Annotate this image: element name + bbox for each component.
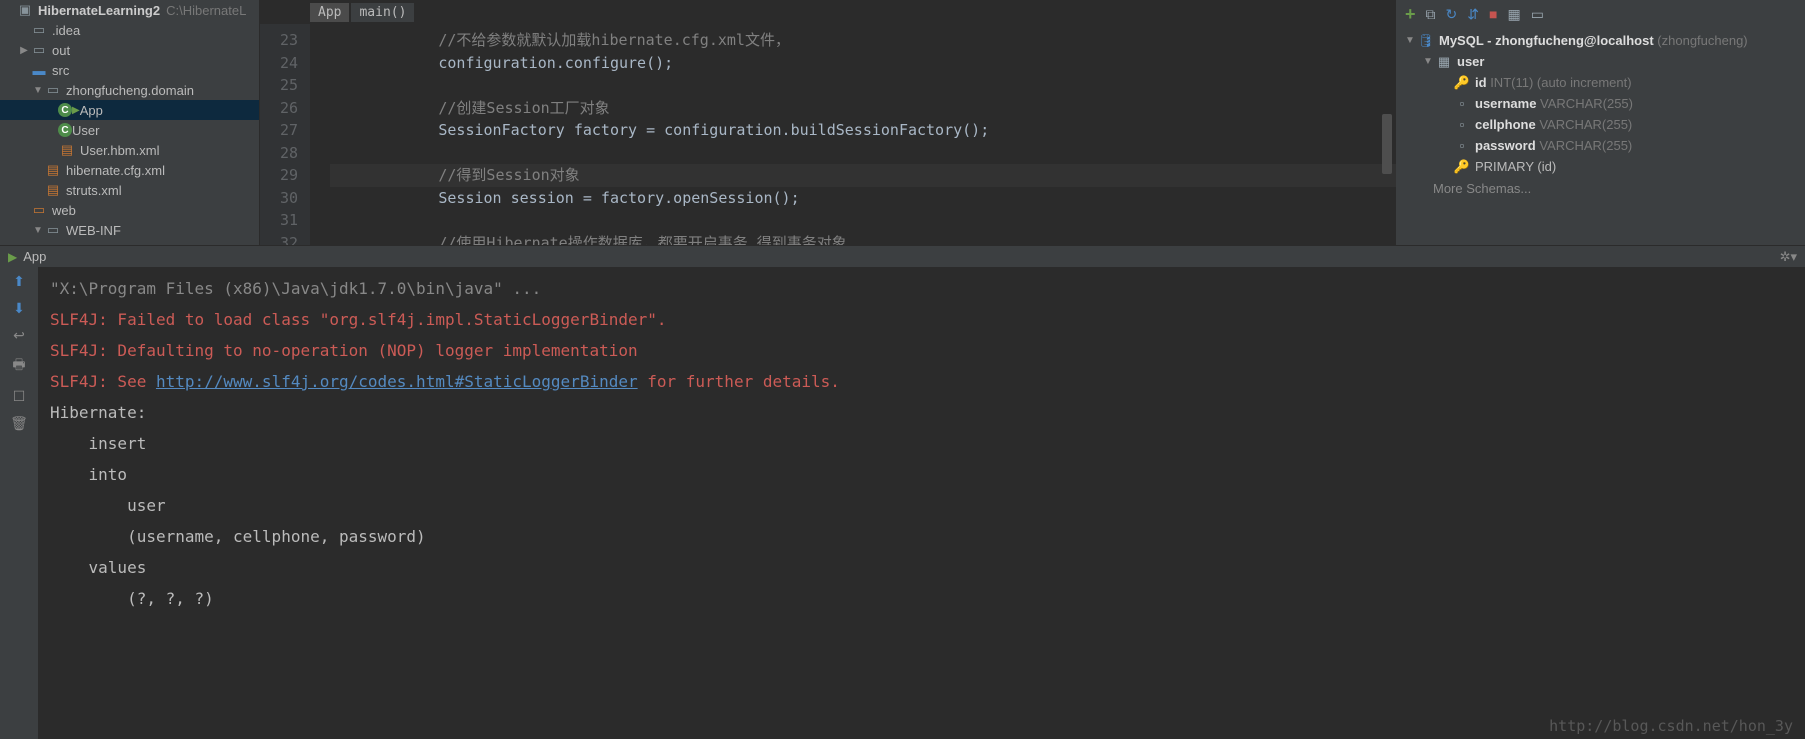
print-icon[interactable]: 🖶 (12, 354, 25, 378)
refresh-icon[interactable]: ↻ (1446, 6, 1458, 23)
tree-item-src[interactable]: ▬ src (0, 60, 259, 80)
stop-icon[interactable]: ■ (1489, 6, 1497, 22)
more-schemas[interactable]: More Schemas... (1403, 177, 1799, 200)
add-datasource-icon[interactable]: + (1405, 4, 1416, 25)
chevron-down-icon: ▼ (1423, 56, 1435, 67)
database-toolbar: + ⧉ ↻ ⇵ ■ ▦ ▭ (1397, 0, 1805, 28)
folder-icon: ▭ (30, 22, 48, 38)
database-panel: + ⧉ ↻ ⇵ ■ ▦ ▭ ▼ 🛢 MySQL - zhongfucheng@l… (1397, 0, 1805, 245)
run-indicator-icon: ▶ (8, 250, 17, 264)
key-icon: 🔑 (1453, 159, 1471, 175)
tree-arrow-icon: ▼ (32, 85, 44, 96)
package-icon: ▭ (44, 82, 62, 98)
source-folder-icon: ▬ (30, 63, 48, 78)
folder-icon: ▭ (30, 42, 48, 58)
code-content[interactable]: //不给参数就默认加载hibernate.cfg.xml文件， configur… (310, 24, 1396, 245)
tree-arrow-icon: ▼ (32, 225, 44, 236)
tree-item-out[interactable]: ▶▭ out (0, 40, 259, 60)
column-cellphone[interactable]: ▫cellphone VARCHAR(255) (1403, 114, 1799, 135)
project-root[interactable]: ▣ HibernateLearning2 C:\HibernateL (0, 0, 259, 20)
column-id[interactable]: 🔑id INT(11) (auto increment) (1403, 72, 1799, 93)
editor: App main() 23 24 25 26 27 28 29 30 31 32… (260, 0, 1397, 245)
sync-icon[interactable]: ⇵ (1467, 6, 1479, 23)
tree-item-user-hbm-xml[interactable]: ▤ User.hbm.xml (0, 140, 259, 160)
watermark: http://blog.csdn.net/hon_3y (1549, 717, 1793, 735)
breadcrumb: App main() (260, 0, 1396, 24)
table-node[interactable]: ▼ ▦ user (1403, 51, 1799, 72)
run-tab-bar: ▶ App ✲▾ (0, 245, 1805, 267)
class-icon: C (58, 103, 72, 117)
runnable-icon: ▶ (72, 105, 80, 116)
line-gutter: 23 24 25 26 27 28 29 30 31 32 (260, 24, 310, 245)
datasource-node[interactable]: ▼ 🛢 MySQL - zhongfucheng@localhost (zhon… (1403, 30, 1799, 51)
web-folder-icon: ▭ (30, 202, 48, 218)
xml-icon: ▤ (58, 142, 76, 158)
trash-icon[interactable]: 🗑 (10, 415, 28, 432)
xml-icon: ▤ (44, 162, 62, 178)
tree-item-web[interactable]: ▭ web (0, 200, 259, 220)
slf4j-link[interactable]: http://www.slf4j.org/codes.html#StaticLo… (156, 372, 638, 391)
breadcrumb-method[interactable]: main() (351, 3, 414, 22)
tree-arrow-icon: ▶ (18, 45, 30, 56)
column-icon: ▫ (1453, 117, 1471, 132)
column-password[interactable]: ▫password VARCHAR(255) (1403, 135, 1799, 156)
query-console-icon[interactable]: ▭ (1531, 6, 1544, 23)
console-output[interactable]: "X:\Program Files (x86)\Java\jdk1.7.0\bi… (38, 267, 1805, 739)
scroll-up-icon[interactable]: ⬆ (13, 273, 25, 290)
column-icon: ▫ (1453, 96, 1471, 111)
tree-item-struts-xml[interactable]: ▤ struts.xml (0, 180, 259, 200)
editor-scrollbar[interactable] (1382, 114, 1392, 174)
tree-item-user[interactable]: C User (0, 120, 259, 140)
table-view-icon[interactable]: ▦ (1507, 6, 1520, 23)
tree-item-zhongfucheng-domain[interactable]: ▼▭ zhongfucheng.domain (0, 80, 259, 100)
key-column-icon: 🔑 (1453, 75, 1471, 91)
breadcrumb-class[interactable]: App (310, 3, 349, 22)
folder-icon: ▭ (44, 222, 62, 238)
database-icon: 🛢 (1417, 33, 1435, 49)
table-icon: ▦ (1435, 54, 1453, 70)
class-icon: C (58, 123, 72, 137)
column-icon: ▫ (1453, 138, 1471, 153)
tree-item--idea[interactable]: ▭ .idea (0, 20, 259, 40)
soft-wrap-icon[interactable]: ↩ (13, 327, 25, 344)
copy-icon[interactable]: ⧉ (1426, 6, 1436, 23)
clear-icon[interactable]: ☐ (13, 388, 26, 405)
tree-item-app[interactable]: C ▶ App (0, 100, 259, 120)
column-username[interactable]: ▫username VARCHAR(255) (1403, 93, 1799, 114)
project-icon: ▣ (16, 2, 34, 18)
run-config-label[interactable]: App (23, 249, 46, 264)
xml-icon: ▤ (44, 182, 62, 198)
console-toolbar: ⬆ ⬇ ↩ 🖶 ☐ 🗑 (0, 267, 38, 739)
tree-item-hibernate-cfg-xml[interactable]: ▤ hibernate.cfg.xml (0, 160, 259, 180)
scroll-down-icon[interactable]: ⬇ (13, 300, 25, 317)
index-node[interactable]: 🔑 PRIMARY (id) (1403, 156, 1799, 177)
gear-icon[interactable]: ✲▾ (1780, 249, 1797, 265)
tree-item-web-inf[interactable]: ▼▭ WEB-INF (0, 220, 259, 240)
project-tree: ▣ HibernateLearning2 C:\HibernateL ▭ .id… (0, 0, 260, 245)
chevron-down-icon: ▼ (1405, 35, 1417, 46)
